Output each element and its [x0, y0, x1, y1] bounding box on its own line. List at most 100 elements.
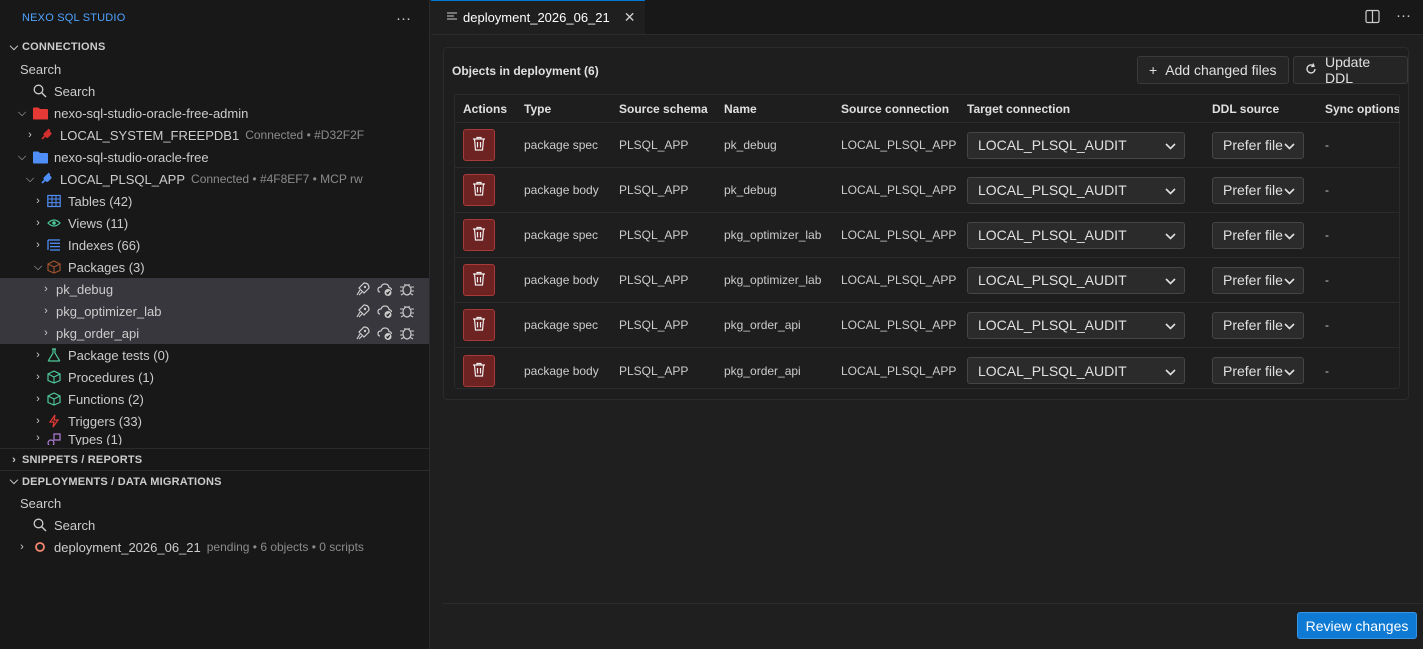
deploy-rocket-icon[interactable]: [355, 281, 371, 300]
category-tables[interactable]: › Tables (42): [0, 190, 429, 212]
ddl-source-value: Prefer file: [1223, 272, 1283, 288]
deploy-rocket-icon[interactable]: [355, 325, 371, 344]
deployments-search-button[interactable]: Search: [0, 514, 429, 536]
group-oracle-free-admin[interactable]: ⌵ nexo-sql-studio-oracle-free-admin: [0, 102, 429, 124]
target-connection-select[interactable]: LOCAL_PLSQL_AUDIT: [967, 176, 1185, 204]
source-schema-cell: PLSQL_APP: [619, 138, 689, 152]
category-label: Tables (42): [68, 193, 133, 209]
category-label: Package tests (0): [68, 347, 170, 363]
name-cell: pkg_order_api: [724, 318, 801, 332]
debug-bug-icon[interactable]: [399, 325, 415, 344]
column-header: Name: [724, 101, 757, 116]
connection-label: LOCAL_PLSQL_APP: [60, 171, 186, 187]
package-item-pkg-optimizer-lab[interactable]: › pkg_optimizer_lab: [0, 300, 429, 322]
ddl-source-select[interactable]: Prefer file: [1212, 357, 1304, 384]
category-functions[interactable]: › Functions (2): [0, 388, 429, 410]
review-changes-button[interactable]: Review changes: [1297, 612, 1417, 639]
add-changed-files-button[interactable]: + Add changed files: [1137, 56, 1289, 84]
deployment-item[interactable]: › deployment_2026_06_21 pending • 6 obje…: [0, 536, 429, 558]
table-row: package spec PLSQL_APP pkg_order_api LOCAL_…: [455, 303, 1399, 348]
category-package-tests[interactable]: › Package tests (0): [0, 344, 429, 366]
debug-bug-icon[interactable]: [399, 281, 415, 300]
category-types[interactable]: › Types (1): [0, 432, 429, 445]
cloud-compile-icon[interactable]: [377, 303, 393, 322]
target-connection-select[interactable]: LOCAL_PLSQL_AUDIT: [967, 266, 1185, 294]
column-header: Sync options: [1325, 101, 1400, 116]
category-views[interactable]: › Views (11): [0, 212, 429, 234]
package-item-pkg-order-api[interactable]: › pkg_order_api: [0, 322, 429, 344]
package-row-actions: [355, 303, 415, 322]
tab-deployment[interactable]: deployment_2026_06_21 ✕: [431, 0, 646, 34]
connection-local-system[interactable]: › LOCAL_SYSTEM_FREEPDB1 Connected • #D32…: [0, 124, 429, 146]
target-connection-select[interactable]: LOCAL_PLSQL_AUDIT: [967, 311, 1185, 339]
editor-actions: ···: [1365, 8, 1411, 27]
deployments-section-header[interactable]: ⌵ DEPLOYMENTS / DATA MIGRATIONS: [0, 470, 429, 492]
target-connection-select[interactable]: LOCAL_PLSQL_AUDIT: [967, 131, 1185, 159]
chevron-down-icon: [1165, 182, 1176, 198]
deploy-rocket-icon[interactable]: [355, 303, 371, 322]
split-editor-icon[interactable]: [1365, 9, 1380, 27]
name-cell: pkg_order_api: [724, 363, 801, 378]
delete-button[interactable]: [463, 219, 495, 251]
footer-divider: [443, 603, 1423, 604]
ddl-source-cell: Prefer file: [1204, 176, 1317, 204]
category-packages[interactable]: ⌵ Packages (3): [0, 256, 429, 278]
table-body: package spec PLSQL_APP pk_debug LOCAL_PLSQL…: [455, 123, 1399, 388]
target-connection-cell: LOCAL_PLSQL_AUDIT: [959, 266, 1204, 294]
connection-status: Connected • #D32F2F: [245, 128, 365, 142]
source-schema-cell: PLSQL_APP: [619, 183, 689, 197]
category-label: Views (11): [68, 215, 129, 231]
cube-icon: [46, 369, 62, 385]
category-triggers[interactable]: › Triggers (33): [0, 410, 429, 432]
connection-local-plsql-app[interactable]: ⌵ LOCAL_PLSQL_APP Connected • #4F8EF7 • …: [0, 168, 429, 190]
category-procedures[interactable]: › Procedures (1): [0, 366, 429, 388]
trash-icon: [472, 181, 486, 199]
eye-icon: [46, 215, 62, 231]
target-connection-value: LOCAL_PLSQL_AUDIT: [978, 272, 1127, 288]
delete-button[interactable]: [463, 354, 495, 387]
debug-bug-icon[interactable]: [399, 303, 415, 322]
actions-cell: [455, 354, 516, 387]
connections-search-button[interactable]: Search: [0, 80, 429, 102]
more-actions-icon[interactable]: ···: [1396, 8, 1411, 27]
target-connection-value: LOCAL_PLSQL_AUDIT: [978, 362, 1127, 379]
target-connection-select[interactable]: LOCAL_PLSQL_AUDIT: [967, 221, 1185, 249]
connections-search-label-row: Search: [0, 58, 429, 80]
ddl-source-select[interactable]: Prefer file: [1212, 311, 1304, 339]
ddl-source-select[interactable]: Prefer file: [1212, 266, 1304, 294]
connections-section-header[interactable]: ⌵ CONNECTIONS: [0, 36, 429, 58]
ddl-source-value: Prefer file: [1223, 317, 1283, 333]
ddl-source-value: Prefer file: [1223, 362, 1283, 379]
deployment-status: pending • 6 objects • 0 scripts: [206, 540, 364, 554]
ddl-source-select[interactable]: Prefer file: [1212, 221, 1304, 249]
category-indexes[interactable]: › Indexes (66): [0, 234, 429, 256]
ddl-source-value: Prefer file: [1223, 182, 1283, 198]
close-icon[interactable]: ✕: [624, 9, 636, 26]
deployments-search-label: Search: [20, 495, 62, 511]
delete-button[interactable]: [463, 309, 495, 341]
group-oracle-free[interactable]: ⌵ nexo-sql-studio-oracle-free: [0, 146, 429, 168]
more-actions-button[interactable]: ···: [396, 10, 411, 27]
cloud-compile-icon[interactable]: [377, 281, 393, 300]
chevron-right-icon: ›: [36, 349, 40, 361]
snippets-section-header[interactable]: › SNIPPETS / REPORTS: [0, 448, 429, 470]
update-ddl-button[interactable]: Update DDL: [1293, 54, 1408, 86]
chevron-down-icon: ⌵: [25, 172, 35, 185]
column-header: Source schema: [619, 101, 708, 116]
source-connection-cell: LOCAL_PLSQL_APP: [841, 183, 957, 197]
type-cell: package spec: [524, 138, 599, 152]
ddl-source-select[interactable]: Prefer file: [1212, 176, 1304, 204]
cloud-compile-icon[interactable]: [377, 325, 393, 344]
actions-cell: [455, 309, 516, 341]
package-item-pk-debug[interactable]: › pk_debug: [0, 278, 429, 300]
table-icon: [46, 193, 62, 209]
ddl-source-select[interactable]: Prefer file: [1212, 131, 1304, 159]
group-label: nexo-sql-studio-oracle-free-admin: [54, 105, 249, 121]
actions-cell: [455, 174, 516, 206]
delete-button[interactable]: [463, 129, 495, 161]
pending-status-icon: [32, 539, 48, 555]
target-connection-cell: LOCAL_PLSQL_AUDIT: [959, 176, 1204, 204]
delete-button[interactable]: [463, 174, 495, 206]
target-connection-select[interactable]: LOCAL_PLSQL_AUDIT: [967, 357, 1185, 384]
delete-button[interactable]: [463, 264, 495, 296]
